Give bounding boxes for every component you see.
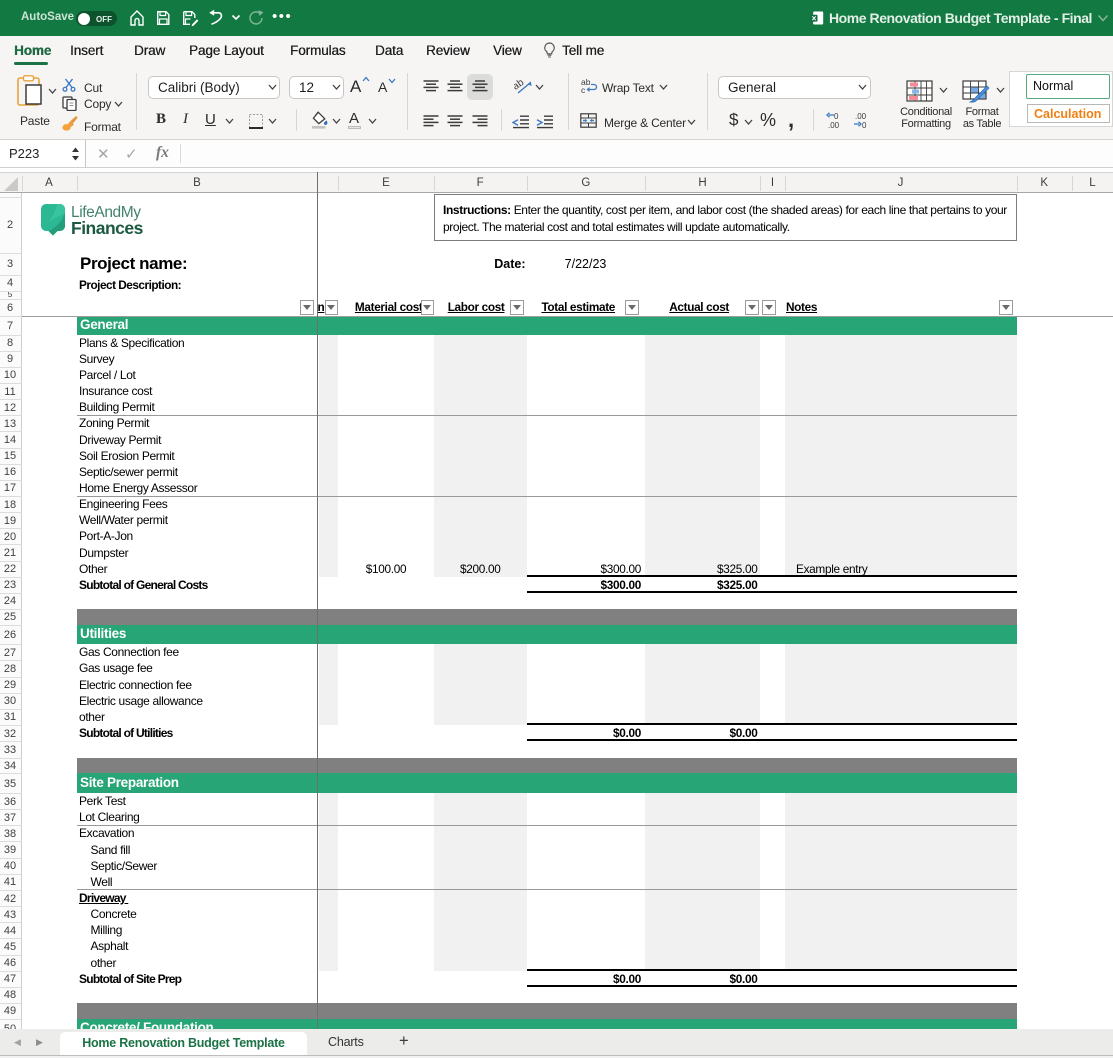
svg-text:0: 0 [862,121,867,129]
svg-text:.00: .00 [855,112,867,121]
svg-text:.00: .00 [828,121,840,129]
svg-text:0: 0 [834,112,839,121]
